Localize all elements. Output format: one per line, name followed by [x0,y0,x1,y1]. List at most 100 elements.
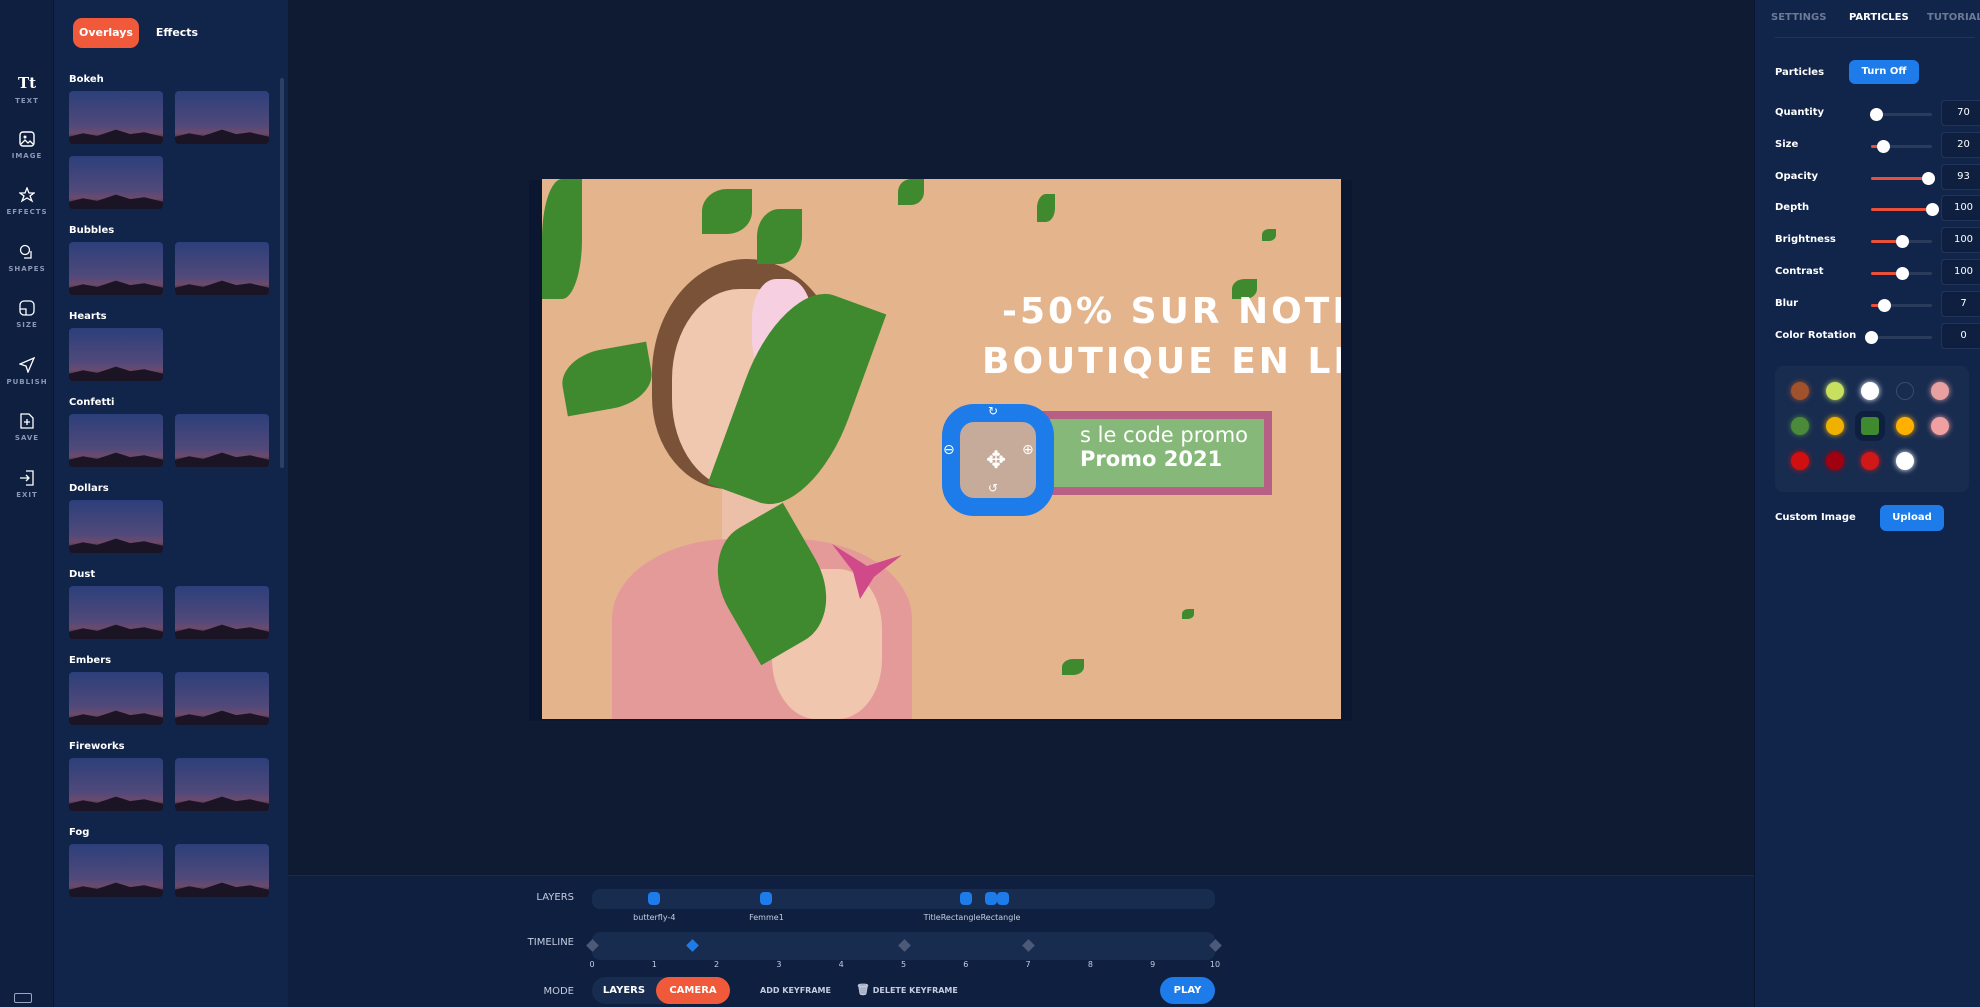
slider[interactable] [1869,108,1932,121]
rail-item-save[interactable]: SAVE [0,413,54,442]
keyframe-marker[interactable] [1022,939,1035,952]
particle-option[interactable] [1931,417,1949,435]
overlay-thumbnail[interactable] [175,586,269,639]
value-input[interactable]: 93 [1941,163,1980,190]
particle-option[interactable] [1931,382,1949,400]
particle-option[interactable] [1861,382,1879,400]
tab-overlays[interactable]: Overlays [73,18,139,48]
value-input[interactable]: 100 [1941,227,1980,254]
particle-option[interactable] [1826,382,1844,400]
overlay-thumbnail[interactable] [69,500,163,553]
particle-option[interactable] [1861,452,1879,470]
panel-scrollbar[interactable] [280,78,284,468]
particle-option[interactable] [1791,417,1809,435]
overlay-thumbnail[interactable] [69,91,163,144]
slider-thumb[interactable] [1921,171,1935,185]
play-button[interactable]: PLAY [1160,977,1215,1004]
slider[interactable] [1871,171,1935,185]
zoom-out-icon[interactable]: ⊖ [943,442,955,458]
overlay-thumbnail[interactable] [175,242,269,295]
rail-item-size[interactable]: SIZE [0,300,54,329]
slider-thumb[interactable] [1895,235,1909,249]
keyframe-marker[interactable] [586,939,599,952]
headline-line1[interactable]: -50% SUR NOTRE [1002,291,1341,332]
tab-tutorial[interactable]: TUTORIAL [1927,12,1980,23]
promo-box[interactable]: s le code promo Promo 2021 [1042,411,1272,495]
upload-button[interactable]: Upload [1880,505,1944,531]
slider-thumb[interactable] [1895,267,1909,280]
overlay-thumbnail[interactable] [69,586,163,639]
slider-thumb[interactable] [1877,139,1891,153]
delete-keyframe-button[interactable]: 🗑 DELETE KEYFRAME [856,983,958,996]
value-input[interactable]: 70 [1941,100,1980,126]
keyboard-icon[interactable] [14,993,32,1003]
overlay-thumbnail[interactable] [175,414,269,467]
rail-item-shapes[interactable]: SHAPES [0,244,54,273]
layers-track[interactable]: butterfly-4 Femme1 TitleRectangleRectangle [592,889,1215,922]
slider-thumb[interactable] [1869,108,1883,121]
design-canvas[interactable]: -50% SUR NOTRE BOUTIQUE EN LIGNE s le co… [542,179,1341,719]
value-input[interactable]: 7 [1941,290,1980,317]
headline-line2[interactable]: BOUTIQUE EN LIGNE [982,341,1341,382]
keyframe-marker[interactable] [897,939,911,952]
move-icon[interactable]: ✥ [986,446,1006,474]
rail-item-text[interactable]: Tt TEXT [0,74,54,105]
particle-option[interactable] [1896,417,1914,435]
keyframe-marker[interactable] [1209,939,1222,952]
slider[interactable] [1871,203,1939,217]
camera-transform-handle[interactable]: ✥ ↻ ↺ ⊖ ⊕ [942,404,1054,516]
overlay-thumbnail[interactable] [69,328,163,381]
slider-thumb[interactable] [1878,298,1892,312]
value-input[interactable]: 0 [1941,322,1980,349]
slider[interactable] [1865,330,1932,344]
particle-option[interactable] [1791,452,1809,470]
value-input[interactable]: 20 [1941,131,1980,158]
tab-particles[interactable]: PARTICLES [1849,12,1909,23]
overlay-thumbnail[interactable] [69,242,163,295]
slider-thumb[interactable] [1865,330,1878,344]
tab-effects[interactable]: Effects [144,18,210,48]
overlay-thumbnail[interactable] [175,91,269,144]
rail-item-effects[interactable]: EFFECTS [0,187,54,216]
mode-layers-button[interactable]: LAYERS [592,977,656,1004]
tab-settings[interactable]: SETTINGS [1771,12,1826,23]
timeline-track[interactable] [586,932,1222,960]
slider[interactable] [1871,267,1932,280]
layer-marker[interactable] [959,892,972,905]
layer-marker[interactable] [997,892,1010,905]
overlay-thumbnail[interactable] [69,414,163,467]
overlay-thumbnail[interactable] [175,844,269,897]
rail-item-image[interactable]: IMAGE [0,130,54,160]
turn-off-button[interactable]: Turn Off [1849,60,1919,84]
particle-option[interactable] [1826,417,1844,435]
mode-camera-button[interactable]: CAMERA [656,977,730,1004]
value-input[interactable]: 100 [1941,195,1980,222]
zoom-in-icon[interactable]: ⊕ [1022,442,1034,458]
particle-option[interactable] [1896,452,1914,470]
layer-marker[interactable] [648,892,661,905]
rail-item-exit[interactable]: EXIT [0,469,54,499]
slider[interactable] [1871,298,1932,312]
particle-option[interactable] [1791,382,1809,400]
overlay-thumbnail[interactable] [175,758,269,811]
value-input[interactable]: 100 [1941,259,1980,285]
particle-option[interactable] [1896,382,1914,400]
rotate-icon[interactable]: ↻ [988,404,998,418]
particle-option[interactable] [1855,411,1885,441]
overlay-thumbnail[interactable] [175,672,269,725]
overlay-thumbnail[interactable] [69,156,163,209]
rotate-icon[interactable]: ↺ [988,481,998,495]
add-keyframe-button[interactable]: ADD KEYFRAME [760,986,831,995]
slider-thumb[interactable] [1926,203,1939,217]
layer-marker[interactable] [984,892,997,905]
particle-option[interactable] [1826,452,1844,470]
rail-item-publish[interactable]: PUBLISH [0,356,54,386]
overlay-thumbnail[interactable] [69,672,163,725]
layer-marker[interactable] [760,892,773,905]
slider[interactable] [1871,139,1932,153]
keyframe-marker[interactable] [685,939,699,952]
timeline-label: TIMELINE [527,937,574,948]
slider[interactable] [1871,235,1932,249]
overlay-thumbnail[interactable] [69,844,163,897]
overlay-thumbnail[interactable] [69,758,163,811]
